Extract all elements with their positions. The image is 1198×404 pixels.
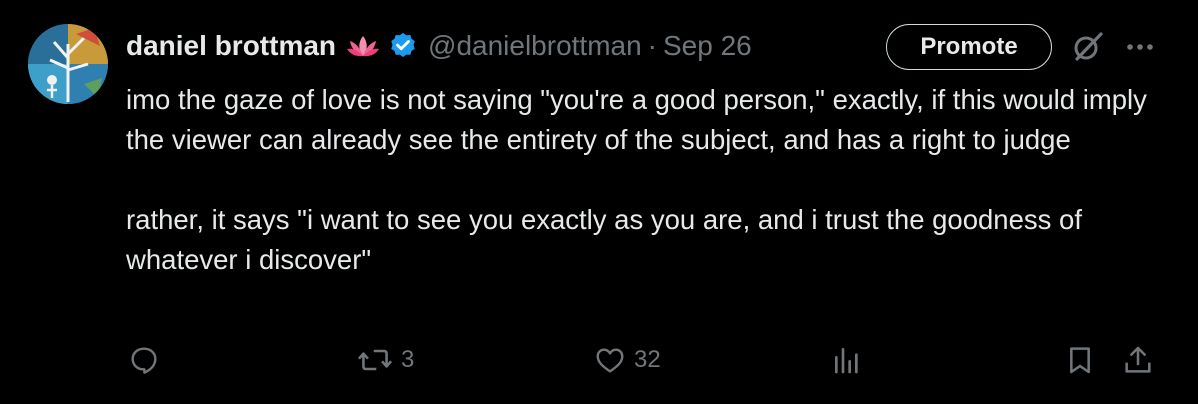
tweet-date[interactable]: Sep 26 [663,30,752,62]
views-button[interactable] [831,344,871,376]
lotus-icon [346,34,380,58]
promote-button[interactable]: Promote [886,24,1052,70]
like-button[interactable]: 32 [594,344,661,376]
retweet-count: 3 [401,346,415,373]
like-count: 32 [634,346,661,373]
grok-icon[interactable] [1070,29,1106,70]
verified-badge-icon[interactable] [388,31,418,61]
share-button[interactable] [1122,344,1154,376]
retweet-button[interactable]: 3 [357,344,414,376]
tweet-header: daniel brottman @danielbrottman · Sep 26 [126,24,752,68]
bookmark-button[interactable] [1064,344,1096,376]
action-bar: 3 32 [0,336,1198,384]
reply-button[interactable] [128,344,168,376]
reply-icon [128,344,160,376]
retweet-icon [357,344,393,376]
tweet-text: imo the gaze of love is not saying "you'… [126,84,1147,275]
user-handle[interactable]: @danielbrottman [428,30,642,62]
separator-dot: · [647,30,657,61]
heart-icon [594,344,626,376]
user-name[interactable]: daniel brottman [126,30,336,62]
views-icon [831,344,863,376]
bookmark-icon [1064,344,1096,376]
avatar[interactable] [28,24,108,104]
more-icon[interactable] [1124,33,1156,66]
share-icon [1122,344,1154,376]
